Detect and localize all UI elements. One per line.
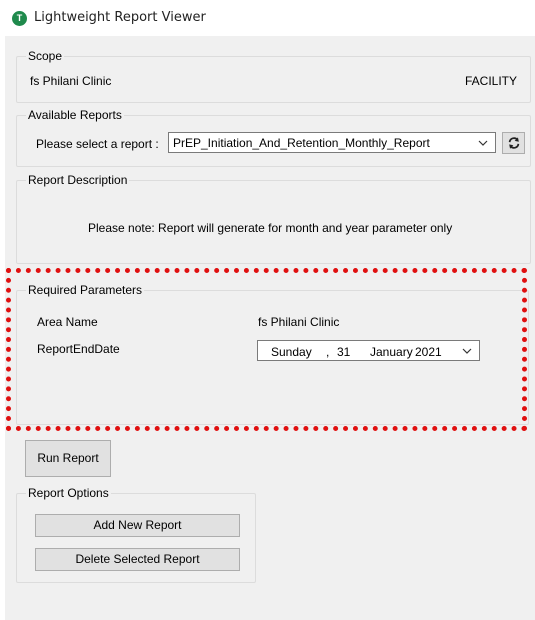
scope-facility-name: fs Philani Clinic [30,74,112,88]
chevron-down-icon [478,140,488,146]
add-new-report-button[interactable]: Add New Report [35,514,240,537]
refresh-icon [508,137,519,149]
title-bar: T Lightweight Report Viewer [0,0,535,36]
report-description-group: Report Description [16,173,531,264]
scope-level: FACILITY [465,74,518,88]
highlight-box [6,268,527,431]
refresh-button[interactable] [502,132,525,154]
window-title: Lightweight Report Viewer [34,10,206,25]
report-description-legend: Report Description [28,173,128,187]
delete-selected-report-button[interactable]: Delete Selected Report [35,548,240,571]
available-reports-legend: Available Reports [28,108,122,122]
report-select-value: PrEP_Initiation_And_Retention_Monthly_Re… [173,136,430,150]
report-select-label: Please select a report : [36,137,159,151]
scope-legend: Scope [28,49,63,63]
report-description-text: Please note: Report will generate for mo… [88,221,453,235]
report-options-legend: Report Options [28,486,109,500]
app-icon: T [12,11,27,26]
run-report-button[interactable]: Run Report [25,440,111,477]
report-select[interactable]: PrEP_Initiation_And_Retention_Monthly_Re… [168,132,496,153]
